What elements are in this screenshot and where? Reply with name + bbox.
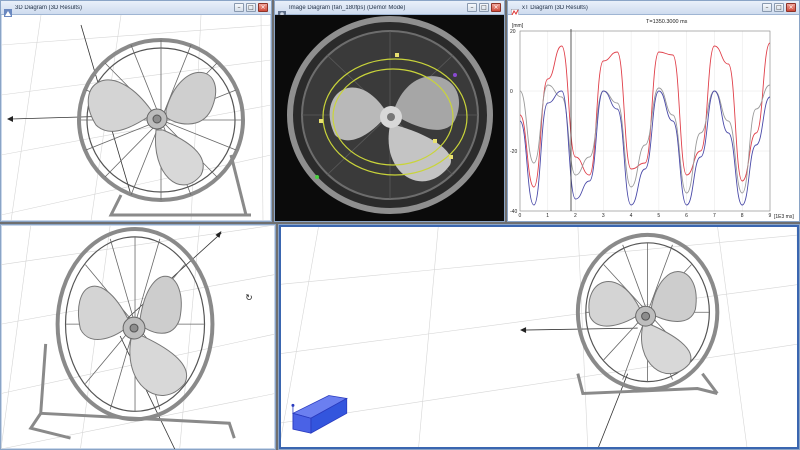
3d-viewport[interactable]: ↻ (1, 225, 275, 449)
window-xt-diagram[interactable]: xT Diagram (3D Results) – □ × 20 0 -20 -40 0… (507, 0, 800, 222)
camera-icon (278, 4, 286, 17)
x-tick-label: 1 (546, 213, 549, 219)
y-tick-label: 0 (510, 89, 513, 95)
x-tick-label: 7 (713, 213, 716, 219)
coordinate-box-gizmo[interactable] (291, 395, 348, 434)
titlebar[interactable]: xT Diagram (3D Results) – □ × (508, 1, 799, 17)
y-unit-label: [mm] (512, 23, 524, 29)
time-readout: T=1350.3000 ms (646, 19, 688, 25)
window-3d-view-bottom-right[interactable] (278, 224, 800, 450)
fan-model (575, 232, 720, 396)
x-tick-label: 2 (574, 213, 577, 219)
window-title: xT Diagram (3D Results) (522, 4, 588, 11)
x-tick-label: 5 (657, 213, 660, 219)
close-icon[interactable]: × (258, 3, 268, 12)
close-icon[interactable]: × (786, 3, 796, 12)
window-title: Image Diagram (fan_180fps) (Demo! Mode) (289, 4, 406, 11)
x-tick-label: 9 (769, 213, 772, 219)
xt-chart[interactable]: 20 0 -20 -40 0 1 2 3 4 5 6 7 8 9 T=1350.3000 ms [mm] … (508, 15, 799, 221)
minimize-icon[interactable]: – (762, 3, 772, 12)
titlebar[interactable]: 3D Diagram (3D Results) – □ × (1, 1, 271, 17)
camera-image-view[interactable] (275, 15, 504, 221)
diagram-icon (4, 4, 12, 17)
x-unit-label: [1E3 ms] (774, 214, 794, 220)
minimize-icon[interactable]: – (467, 3, 477, 12)
maximize-icon[interactable]: □ (479, 3, 489, 12)
window-title: 3D Diagram (3D Results) (15, 4, 83, 11)
y-tick-label: 20 (510, 29, 516, 35)
y-tick-label: -20 (510, 149, 517, 155)
rotate-cursor-icon: ↻ (245, 293, 252, 303)
y-tick-label: -40 (510, 209, 517, 215)
x-tick-label: 0 (519, 213, 522, 219)
x-tick-label: 4 (630, 213, 633, 219)
minimize-icon[interactable]: – (234, 3, 244, 12)
3d-viewport[interactable] (279, 225, 799, 449)
x-tick-label: 8 (741, 213, 744, 219)
3d-viewport[interactable] (1, 15, 271, 221)
maximize-icon[interactable]: □ (774, 3, 784, 12)
maximize-icon[interactable]: □ (246, 3, 256, 12)
chart-icon (510, 4, 520, 17)
window-image-diagram[interactable]: Image Diagram (fan_180fps) (Demo! Mode) … (274, 0, 505, 222)
titlebar[interactable]: Image Diagram (fan_180fps) (Demo! Mode) … (275, 1, 504, 17)
window-3d-view-bottom-left[interactable]: ↻ (0, 224, 276, 450)
x-tick-label: 6 (685, 213, 688, 219)
fan-model (77, 38, 251, 217)
close-icon[interactable]: × (491, 3, 501, 12)
window-3d-diagram-top-left[interactable]: 3D Diagram (3D Results) – □ × (0, 0, 272, 222)
x-tick-label: 3 (602, 213, 605, 219)
fan-model (28, 226, 236, 440)
